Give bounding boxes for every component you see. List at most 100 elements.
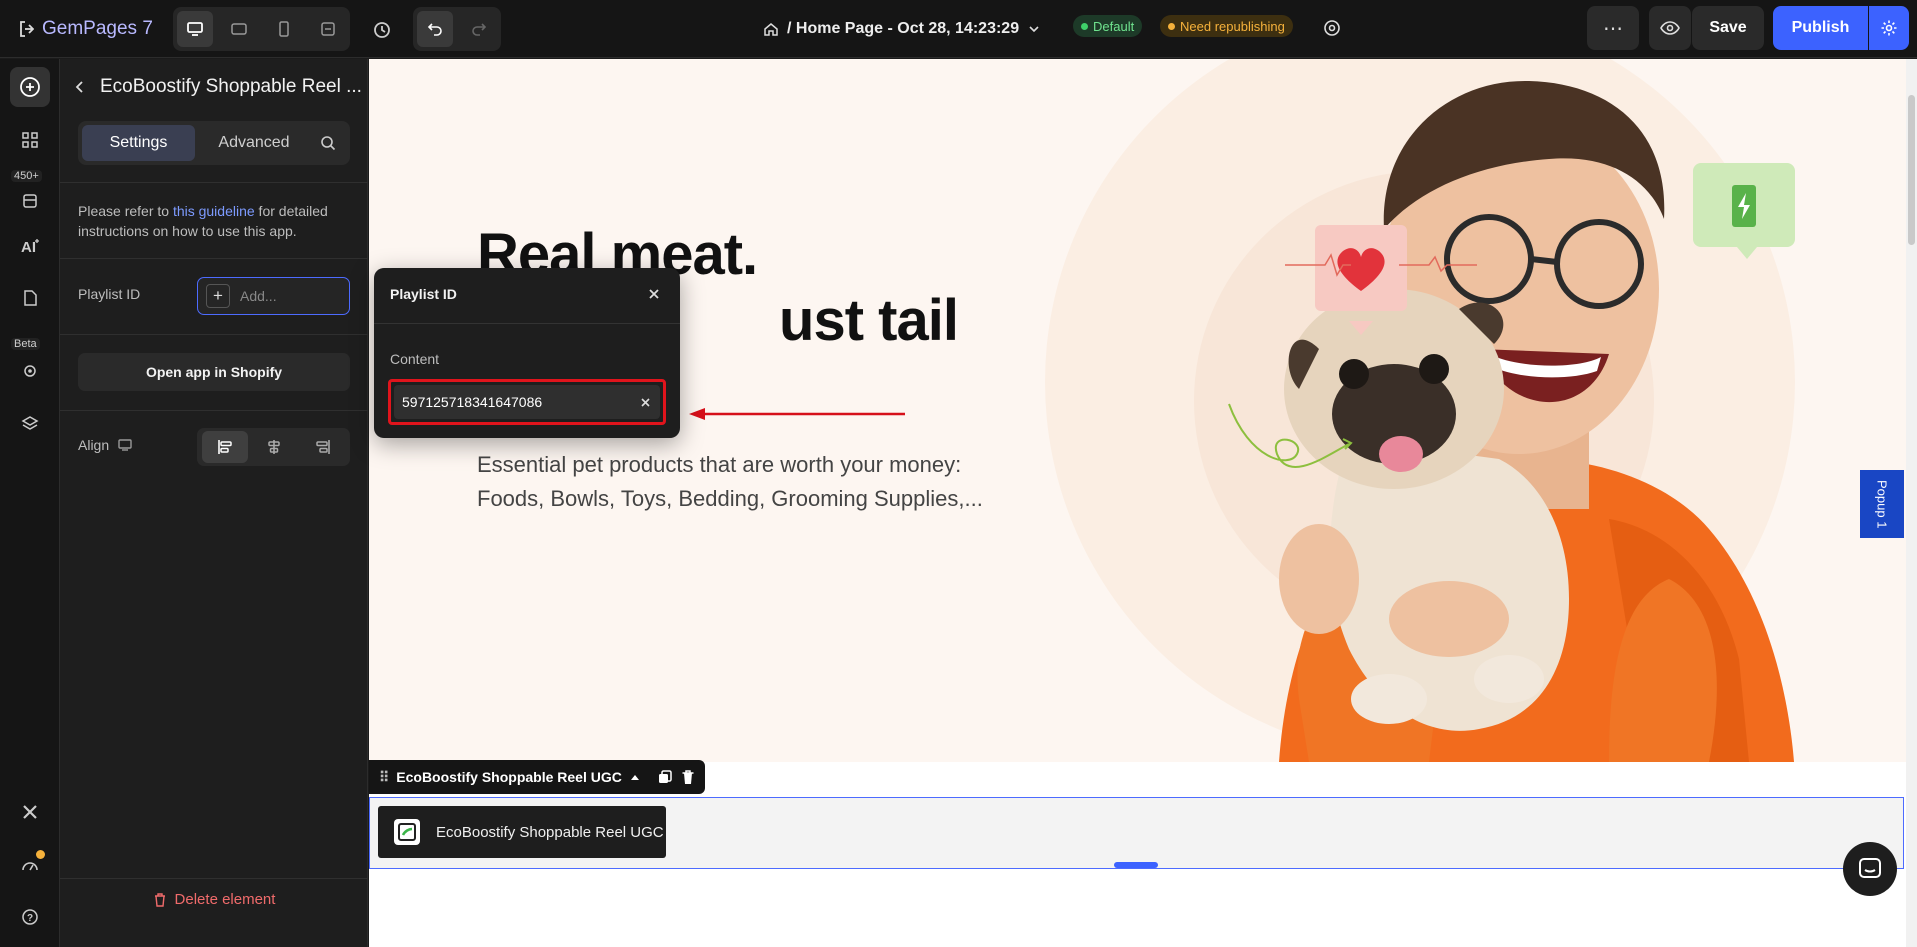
element-toolbar: ⠿ EcoBoostify Shoppable Reel UGC xyxy=(369,760,705,794)
annotation-arrow xyxy=(689,408,905,420)
playlist-id-field[interactable]: + Add... xyxy=(197,277,350,315)
divider xyxy=(60,878,368,879)
undo-button[interactable] xyxy=(417,11,453,47)
settings-sliders-icon xyxy=(1324,20,1340,36)
mobile-view-button[interactable] xyxy=(266,11,302,47)
status-dot xyxy=(1168,22,1175,30)
history-button[interactable] xyxy=(364,12,400,48)
preview-button[interactable] xyxy=(1649,6,1691,50)
redo-icon xyxy=(472,23,487,36)
panel-tabs: Settings Advanced xyxy=(78,121,350,165)
help-button[interactable]: ? xyxy=(10,897,50,937)
align-options xyxy=(197,428,350,466)
custom-view-button[interactable] xyxy=(310,11,346,47)
panel-search-button[interactable] xyxy=(313,125,343,161)
tablet-view-button[interactable] xyxy=(221,11,257,47)
page-selector[interactable]: / Home Page - Oct 28, 14:23:29 xyxy=(763,14,1041,44)
add-element-button[interactable] xyxy=(10,67,50,107)
back-arrow-icon[interactable] xyxy=(74,80,86,94)
status-dot xyxy=(1081,22,1088,30)
playlist-id-popover: Playlist ID Content 597125718341647086 xyxy=(374,268,680,438)
align-center-button[interactable] xyxy=(251,431,297,463)
app-logo[interactable]: GemPages 7 xyxy=(18,15,153,43)
left-icon-rail: 450+ AI Beta ? xyxy=(0,59,60,947)
home-icon xyxy=(764,23,778,36)
redo-button[interactable] xyxy=(461,11,497,47)
publish-button[interactable]: Publish xyxy=(1773,6,1868,50)
clear-input-button[interactable] xyxy=(630,397,660,408)
x-social-button[interactable] xyxy=(10,792,50,832)
popup-1-tab[interactable]: Popup 1 xyxy=(1860,470,1904,538)
chat-icon xyxy=(1859,858,1881,878)
beta-feature-button[interactable] xyxy=(10,343,50,383)
settings-panel: EcoBoostify Shoppable Reel ... Settings … xyxy=(60,59,368,947)
chat-support-button[interactable] xyxy=(1843,842,1897,896)
svg-text:?: ? xyxy=(27,913,33,924)
clock-icon xyxy=(374,22,390,38)
more-icon: ⋯ xyxy=(1603,17,1623,40)
app-name: GemPages 7 xyxy=(42,18,153,39)
notification-dot xyxy=(36,850,45,859)
chevron-down-icon xyxy=(1029,26,1039,33)
delete-element-button[interactable]: Delete element xyxy=(60,891,368,908)
save-button[interactable]: Save xyxy=(1692,6,1764,50)
align-label: Align xyxy=(78,437,133,453)
scrollbar-thumb[interactable] xyxy=(1908,95,1915,245)
desktop-view-button[interactable] xyxy=(177,11,214,47)
undo-icon xyxy=(427,23,442,36)
delete-element-label: Delete element xyxy=(174,891,276,908)
page-title: / Home Page - Oct 28, 14:23:29 xyxy=(787,20,1020,37)
app-element-chip[interactable]: EcoBoostify Shoppable Reel UGC xyxy=(378,806,666,858)
desktop-icon xyxy=(187,22,204,36)
tab-advanced[interactable]: Advanced xyxy=(195,125,313,161)
plus-circle-icon xyxy=(20,77,40,97)
tab-settings[interactable]: Settings xyxy=(82,125,195,161)
guideline-text: Please refer to this guideline for detai… xyxy=(78,201,348,241)
resize-handle[interactable] xyxy=(1114,862,1158,868)
apps-button[interactable] xyxy=(10,173,50,213)
panel-title: EcoBoostify Shoppable Reel ... xyxy=(100,76,362,97)
apps-icon xyxy=(23,194,37,208)
device-desktop-icon xyxy=(118,439,132,451)
guideline-link[interactable]: this guideline xyxy=(173,203,255,219)
ai-button[interactable]: AI xyxy=(10,226,50,266)
hero-subheading: Essential pet products that are worth yo… xyxy=(477,448,1037,516)
align-right-button[interactable] xyxy=(300,431,346,463)
svg-text:AI: AI xyxy=(21,239,36,255)
content-input[interactable]: 597125718341647086 xyxy=(394,385,660,419)
duplicate-icon[interactable] xyxy=(657,769,673,785)
element-toolbar-label[interactable]: EcoBoostify Shoppable Reel UGC xyxy=(396,769,622,785)
sections-button[interactable] xyxy=(10,120,50,160)
canvas-scrollbar[interactable] xyxy=(1906,59,1917,947)
divider xyxy=(60,258,368,259)
more-options-button[interactable]: ⋯ xyxy=(1587,6,1639,50)
open-app-in-shopify-button[interactable]: Open app in Shopify xyxy=(78,353,350,391)
content-input-value: 597125718341647086 xyxy=(402,394,543,410)
pages-button[interactable] xyxy=(10,278,50,318)
status-badge-default: Default xyxy=(1073,15,1143,37)
popover-close-button[interactable] xyxy=(644,284,664,304)
layers-button[interactable] xyxy=(10,404,50,444)
help-icon: ? xyxy=(22,909,38,925)
divider xyxy=(60,182,368,183)
drag-handle-icon[interactable]: ⠿ xyxy=(379,769,389,786)
publish-settings-button[interactable] xyxy=(1869,6,1909,50)
selected-element[interactable]: EcoBoostify Shoppable Reel UGC xyxy=(369,797,1904,869)
app-element-label: EcoBoostify Shoppable Reel UGC xyxy=(436,823,664,841)
badge-warning-label: Need republishing xyxy=(1180,18,1285,34)
page-icon xyxy=(24,290,37,306)
align-right-icon xyxy=(315,440,330,454)
divider xyxy=(60,410,368,411)
caret-up-icon[interactable] xyxy=(630,773,640,781)
exit-icon xyxy=(20,21,34,37)
hero-image xyxy=(1228,80,1795,762)
device-switcher xyxy=(173,7,350,51)
content-label: Content xyxy=(390,351,440,367)
undo-redo-group xyxy=(413,7,501,51)
page-settings-button[interactable] xyxy=(1318,14,1346,42)
trash-icon[interactable] xyxy=(681,769,695,785)
align-left-button[interactable] xyxy=(201,431,248,463)
status-badge-republish: Need republishing xyxy=(1160,15,1293,37)
layers-icon xyxy=(21,416,39,430)
x-logo-icon xyxy=(23,805,37,819)
